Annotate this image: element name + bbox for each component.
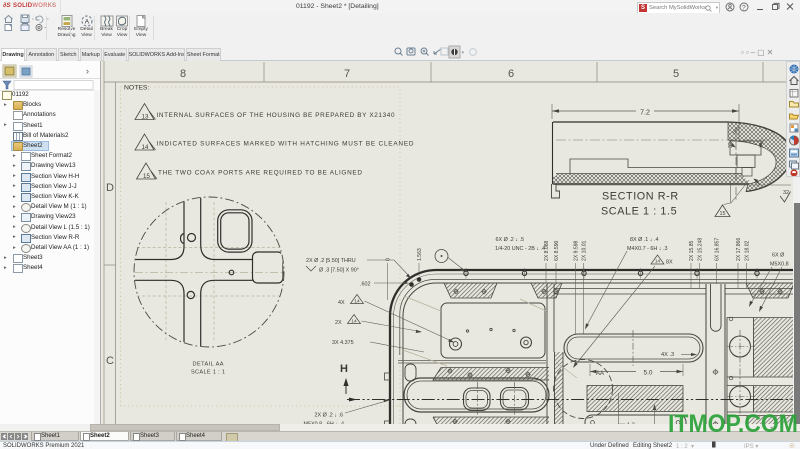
- svg-text:6X 16.857: 6X 16.857: [715, 238, 721, 261]
- svg-text:15: 15: [143, 173, 150, 180]
- svg-text:SCALE 1 : 1.5: SCALE 1 : 1.5: [601, 206, 677, 218]
- svg-text:AA: AA: [596, 371, 604, 377]
- svg-text:M5X0.8: M5X0.8: [770, 262, 789, 268]
- svg-text:SECTION R-R: SECTION R-R: [602, 191, 679, 203]
- svg-text:M4X0.7 - 6H ↓ .3: M4X0.7 - 6H ↓ .3: [627, 246, 667, 252]
- svg-text:7.2: 7.2: [640, 110, 650, 117]
- svg-text:2X 10.01: 2X 10.01: [582, 240, 588, 261]
- svg-text:2X 15.248: 2X 15.248: [698, 238, 704, 261]
- svg-text:14: 14: [351, 318, 357, 324]
- svg-text:2X Ø .2 [5.50] THRU: 2X Ø .2 [5.50] THRU: [306, 258, 356, 264]
- svg-text:D: D: [106, 182, 114, 194]
- svg-text:6X Ø: 6X Ø: [772, 253, 785, 259]
- svg-text:4X .3: 4X .3: [661, 352, 674, 358]
- svg-text:SCALE 1 : 1: SCALE 1 : 1: [191, 370, 225, 376]
- svg-text:7: 7: [344, 68, 350, 80]
- svg-text:3X 4.375: 3X 4.375: [332, 340, 354, 346]
- svg-text:?: ?: [742, 4, 746, 11]
- svg-text:2X 9.598: 2X 9.598: [574, 240, 580, 261]
- svg-text:6X 8.590: 6X 8.590: [554, 240, 560, 261]
- svg-text:2X Ø .2 ↓ .6: 2X Ø .2 ↓ .6: [315, 413, 343, 419]
- svg-text:.602: .602: [360, 282, 371, 288]
- svg-text:8X Ø .1 ↓ .4: 8X Ø .1 ↓ .4: [630, 237, 658, 243]
- svg-text:›: ›: [86, 66, 89, 76]
- svg-text:8: 8: [180, 68, 186, 80]
- svg-text:DETAIL AA: DETAIL AA: [193, 362, 224, 368]
- svg-text:Ø .3 [7.50] X 90°: Ø .3 [7.50] X 90°: [319, 268, 359, 274]
- svg-text:14: 14: [142, 144, 149, 151]
- svg-text:15: 15: [720, 211, 726, 217]
- svg-text:2X 15.85: 2X 15.85: [689, 240, 695, 261]
- svg-text:H: H: [340, 363, 348, 375]
- svg-text:▾: ▾: [462, 50, 465, 56]
- svg-text:5.0: 5.0: [644, 370, 653, 377]
- svg-text:THE TWO COAX PORTS ARE REQUIRE: THE TWO COAX PORTS ARE REQUIRED TO BE AL…: [158, 170, 362, 177]
- svg-text:NOTES:: NOTES:: [124, 85, 149, 92]
- svg-text:INTERNAL SURFACES OF THE HOUSI: INTERNAL SURFACES OF THE HOUSING BE PREP…: [157, 112, 395, 119]
- svg-text:INDICATED SURFACES MARKED WITH: INDICATED SURFACES MARKED WITH HATCHING …: [157, 141, 414, 148]
- svg-text:6X Ø .2 ↓ .5: 6X Ø .2 ↓ .5: [496, 237, 524, 243]
- svg-text:14: 14: [354, 298, 360, 304]
- svg-text:5: 5: [673, 68, 679, 80]
- svg-text:6: 6: [508, 68, 514, 80]
- svg-text:14: 14: [655, 259, 661, 265]
- svg-text:C: C: [106, 355, 114, 367]
- svg-text:1/4-20 UNC - 2B ↓ .4: 1/4-20 UNC - 2B ↓ .4: [495, 246, 545, 252]
- svg-text:2X 17.866: 2X 17.866: [736, 238, 742, 261]
- svg-text:2X: 2X: [335, 320, 342, 326]
- svg-text:A: A: [84, 19, 89, 26]
- svg-text:1.563: 1.563: [417, 248, 423, 261]
- svg-text:8X: 8X: [666, 260, 673, 266]
- svg-text:32: 32: [728, 142, 734, 148]
- svg-text:2X 18.02: 2X 18.02: [745, 240, 751, 261]
- svg-text:4X: 4X: [338, 300, 345, 306]
- svg-text:13: 13: [142, 113, 149, 120]
- svg-text:0: 0: [386, 258, 392, 261]
